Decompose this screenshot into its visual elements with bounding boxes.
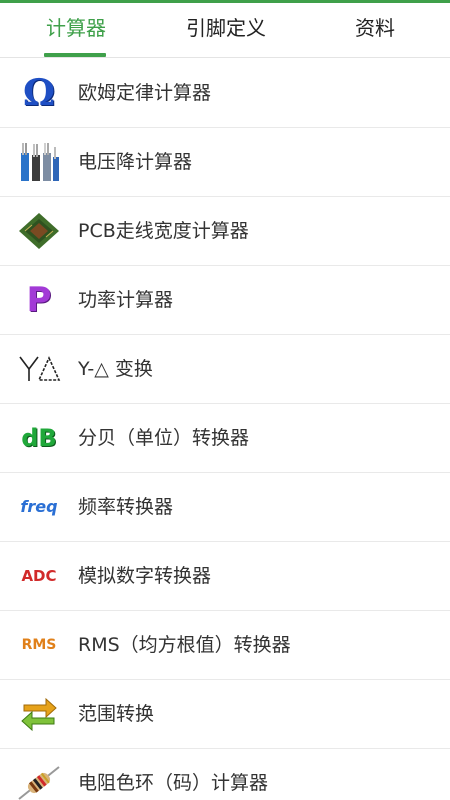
list-item-label: Y-△ 变换 <box>78 358 153 380</box>
list-item-label: 功率计算器 <box>78 289 174 311</box>
list-item-label: 分贝（单位）转换器 <box>78 427 250 449</box>
list-item-label: 电阻色环（码）计算器 <box>78 772 269 794</box>
list-item-voltage-drop[interactable]: 电压降计算器 <box>0 128 450 197</box>
tab-resources[interactable]: 资料 <box>330 3 420 58</box>
omega-icon: Ω <box>22 72 56 114</box>
y-delta-icon <box>17 349 61 389</box>
rms-icon: RMS <box>21 637 57 653</box>
list-item-adc[interactable]: ADC 模拟数字转换器 <box>0 542 450 611</box>
list-item-pcb-trace-width[interactable]: PCB走线宽度计算器 <box>0 197 450 266</box>
list-item-decibel[interactable]: dB 分贝（单位）转换器 <box>0 404 450 473</box>
p-power-icon: P <box>26 280 52 320</box>
list-item-label: RMS（均方根值）转换器 <box>78 634 291 656</box>
list-item-label: 频率转换器 <box>78 496 174 518</box>
list-item-label: 范围转换 <box>78 703 155 725</box>
tab-pin-definitions[interactable]: 引脚定义 <box>166 3 286 58</box>
tab-bar: 计算器 引脚定义 资料 <box>0 3 450 58</box>
list-item-rms[interactable]: RMS RMS（均方根值）转换器 <box>0 611 450 680</box>
list-item-label: 电压降计算器 <box>78 151 193 173</box>
resistor-icon <box>17 763 61 800</box>
active-tab-indicator <box>44 53 106 57</box>
pcb-chip-icon <box>17 211 61 251</box>
list-item-power[interactable]: P 功率计算器 <box>0 266 450 335</box>
list-item-ohms-law[interactable]: Ω 欧姆定律计算器 <box>0 59 450 128</box>
list-item-range-conversion[interactable]: 范围转换 <box>0 680 450 749</box>
range-arrows-icon <box>17 694 61 734</box>
list-item-label: 欧姆定律计算器 <box>78 82 212 104</box>
list-item-label: 模拟数字转换器 <box>78 565 212 587</box>
adc-icon: ADC <box>21 567 57 585</box>
list-item-label: PCB走线宽度计算器 <box>78 220 249 242</box>
list-item-y-delta[interactable]: Y-△ 变换 <box>0 335 450 404</box>
wire-cable-icon <box>17 142 61 182</box>
tab-calculator[interactable]: 计算器 <box>26 3 126 58</box>
list-item-resistor-color-code[interactable]: 电阻色环（码）计算器 <box>0 749 450 800</box>
db-icon: dB <box>21 424 57 452</box>
calculator-list: Ω 欧姆定律计算器 电压降计算器 PCB走线宽度计算器 P 功率计算器 Y-△ … <box>0 59 450 800</box>
freq-icon: freq <box>20 497 58 516</box>
list-item-frequency[interactable]: freq 频率转换器 <box>0 473 450 542</box>
